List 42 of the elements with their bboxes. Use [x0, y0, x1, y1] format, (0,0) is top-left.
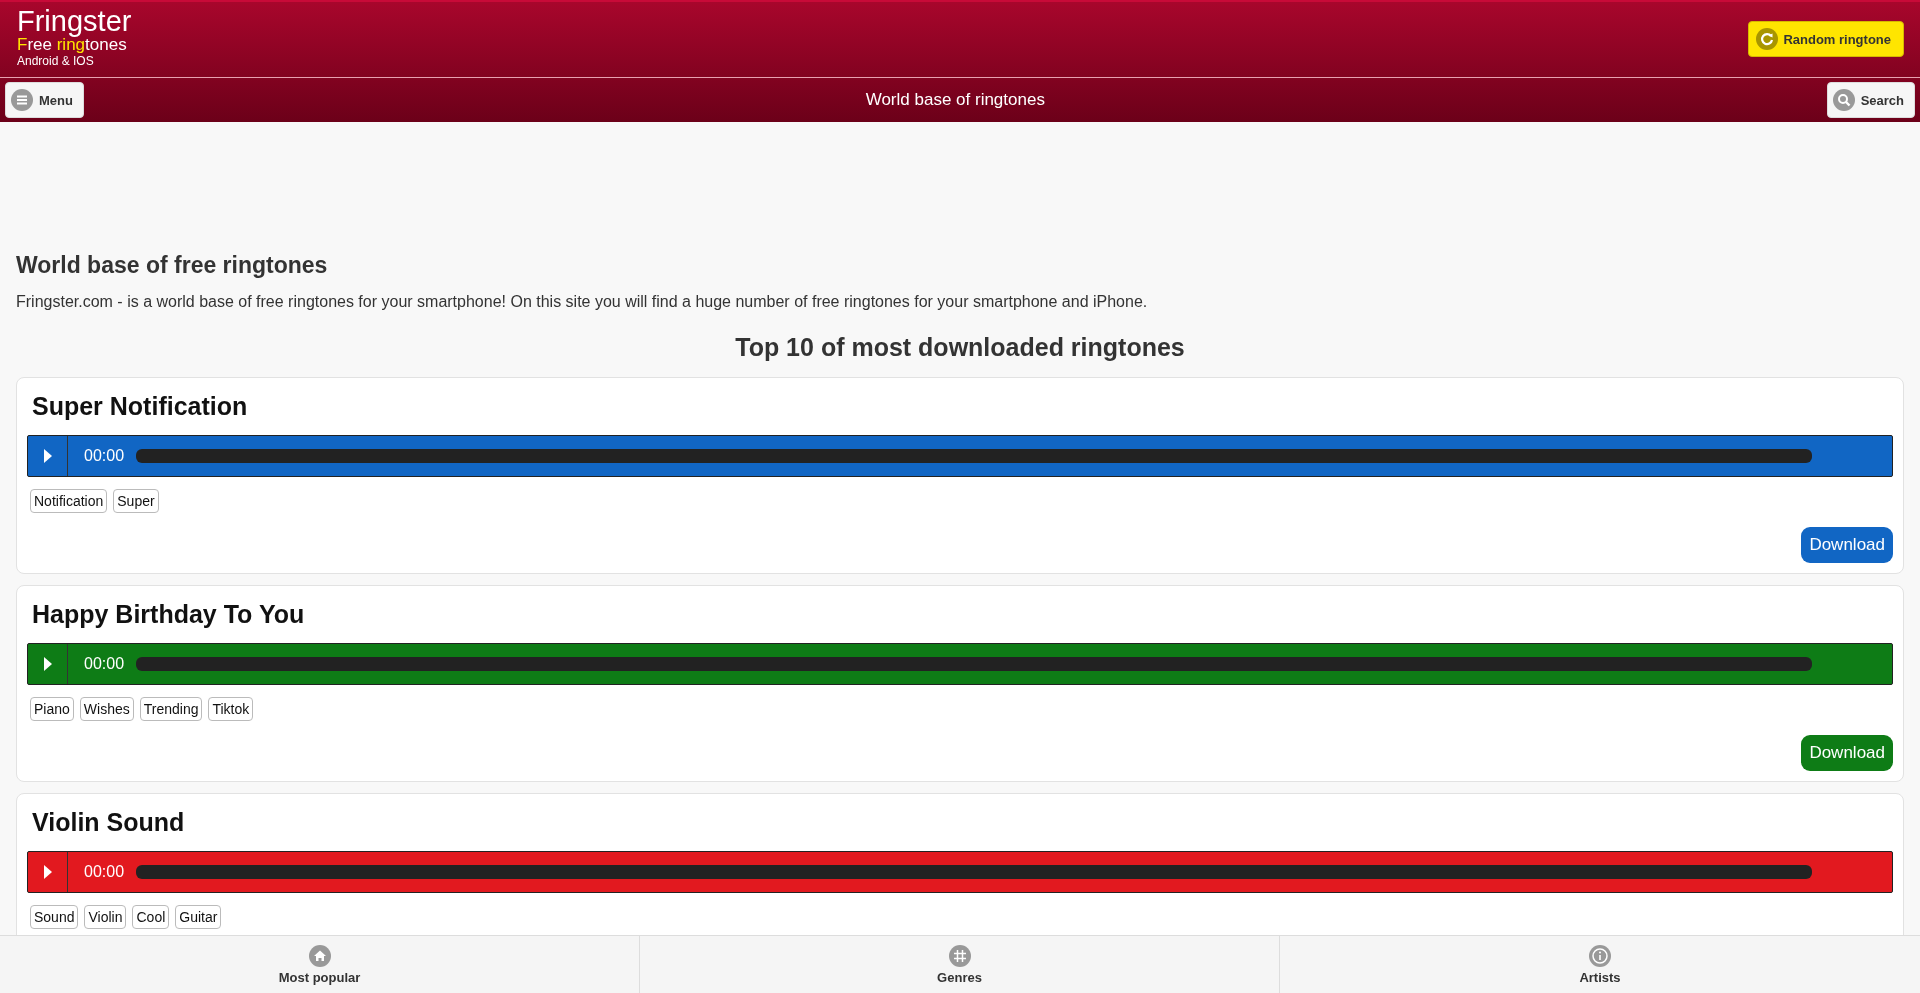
- info-icon: [1589, 944, 1611, 967]
- tag-link[interactable]: Trending: [139, 697, 203, 721]
- ringtone-title[interactable]: Super Notification: [32, 392, 1893, 421]
- progress-track[interactable]: [136, 657, 1812, 671]
- play-icon: [43, 865, 52, 879]
- progress-track[interactable]: [136, 449, 1812, 463]
- play-icon: [43, 657, 52, 671]
- nav-title: World base of ringtones: [865, 90, 1045, 110]
- bottom-nav-item[interactable]: Genres: [640, 936, 1280, 993]
- download-button[interactable]: Download: [1801, 527, 1893, 563]
- play-icon: [43, 449, 52, 463]
- bottom-nav-item[interactable]: Artists: [1280, 936, 1920, 993]
- tag-link[interactable]: Super: [113, 489, 159, 513]
- bottom-nav-item[interactable]: Most popular: [0, 936, 640, 993]
- time-display: 00:00: [84, 655, 125, 673]
- time-display: 00:00: [84, 863, 125, 881]
- tag-link[interactable]: Piano: [30, 697, 74, 721]
- site-tagline: Free ringtones: [17, 36, 127, 54]
- ringtone-title[interactable]: Violin Sound: [32, 808, 1893, 837]
- menu-button[interactable]: Menu: [5, 82, 84, 118]
- tag-link[interactable]: Sound: [30, 905, 79, 929]
- random-ringtone-button[interactable]: Random ringtone: [1748, 21, 1904, 57]
- tag-link[interactable]: Cool: [132, 905, 170, 929]
- menu-icon: [11, 89, 33, 111]
- search-button[interactable]: Search: [1826, 82, 1915, 118]
- tag-link[interactable]: Guitar: [175, 905, 222, 929]
- progress-track[interactable]: [136, 865, 1812, 879]
- page-heading: World base of free ringtones: [16, 252, 329, 279]
- section-heading: Top 10 of most downloaded ringtones: [734, 333, 1186, 362]
- time-display: 00:00: [84, 447, 125, 465]
- intro-paragraph: Fringster.com - is a world base of free ringtones for your smartphone! On this site you will find a huge number of free ringtones for your smartphone and iPhone.: [16, 293, 1149, 311]
- tag-link[interactable]: Violin: [84, 905, 127, 929]
- refresh-icon: [1756, 28, 1779, 50]
- grid-icon: [948, 944, 971, 967]
- search-icon: [1832, 89, 1855, 111]
- home-icon: [308, 944, 331, 967]
- tag-link[interactable]: Tiktok: [208, 697, 254, 721]
- tag-link[interactable]: Notification: [30, 489, 108, 513]
- tag-link[interactable]: Wishes: [79, 697, 134, 721]
- ringtone-title[interactable]: Happy Birthday To You: [32, 600, 1893, 629]
- download-button[interactable]: Download: [1801, 735, 1893, 771]
- site-subtitle: Android & IOS: [17, 54, 95, 68]
